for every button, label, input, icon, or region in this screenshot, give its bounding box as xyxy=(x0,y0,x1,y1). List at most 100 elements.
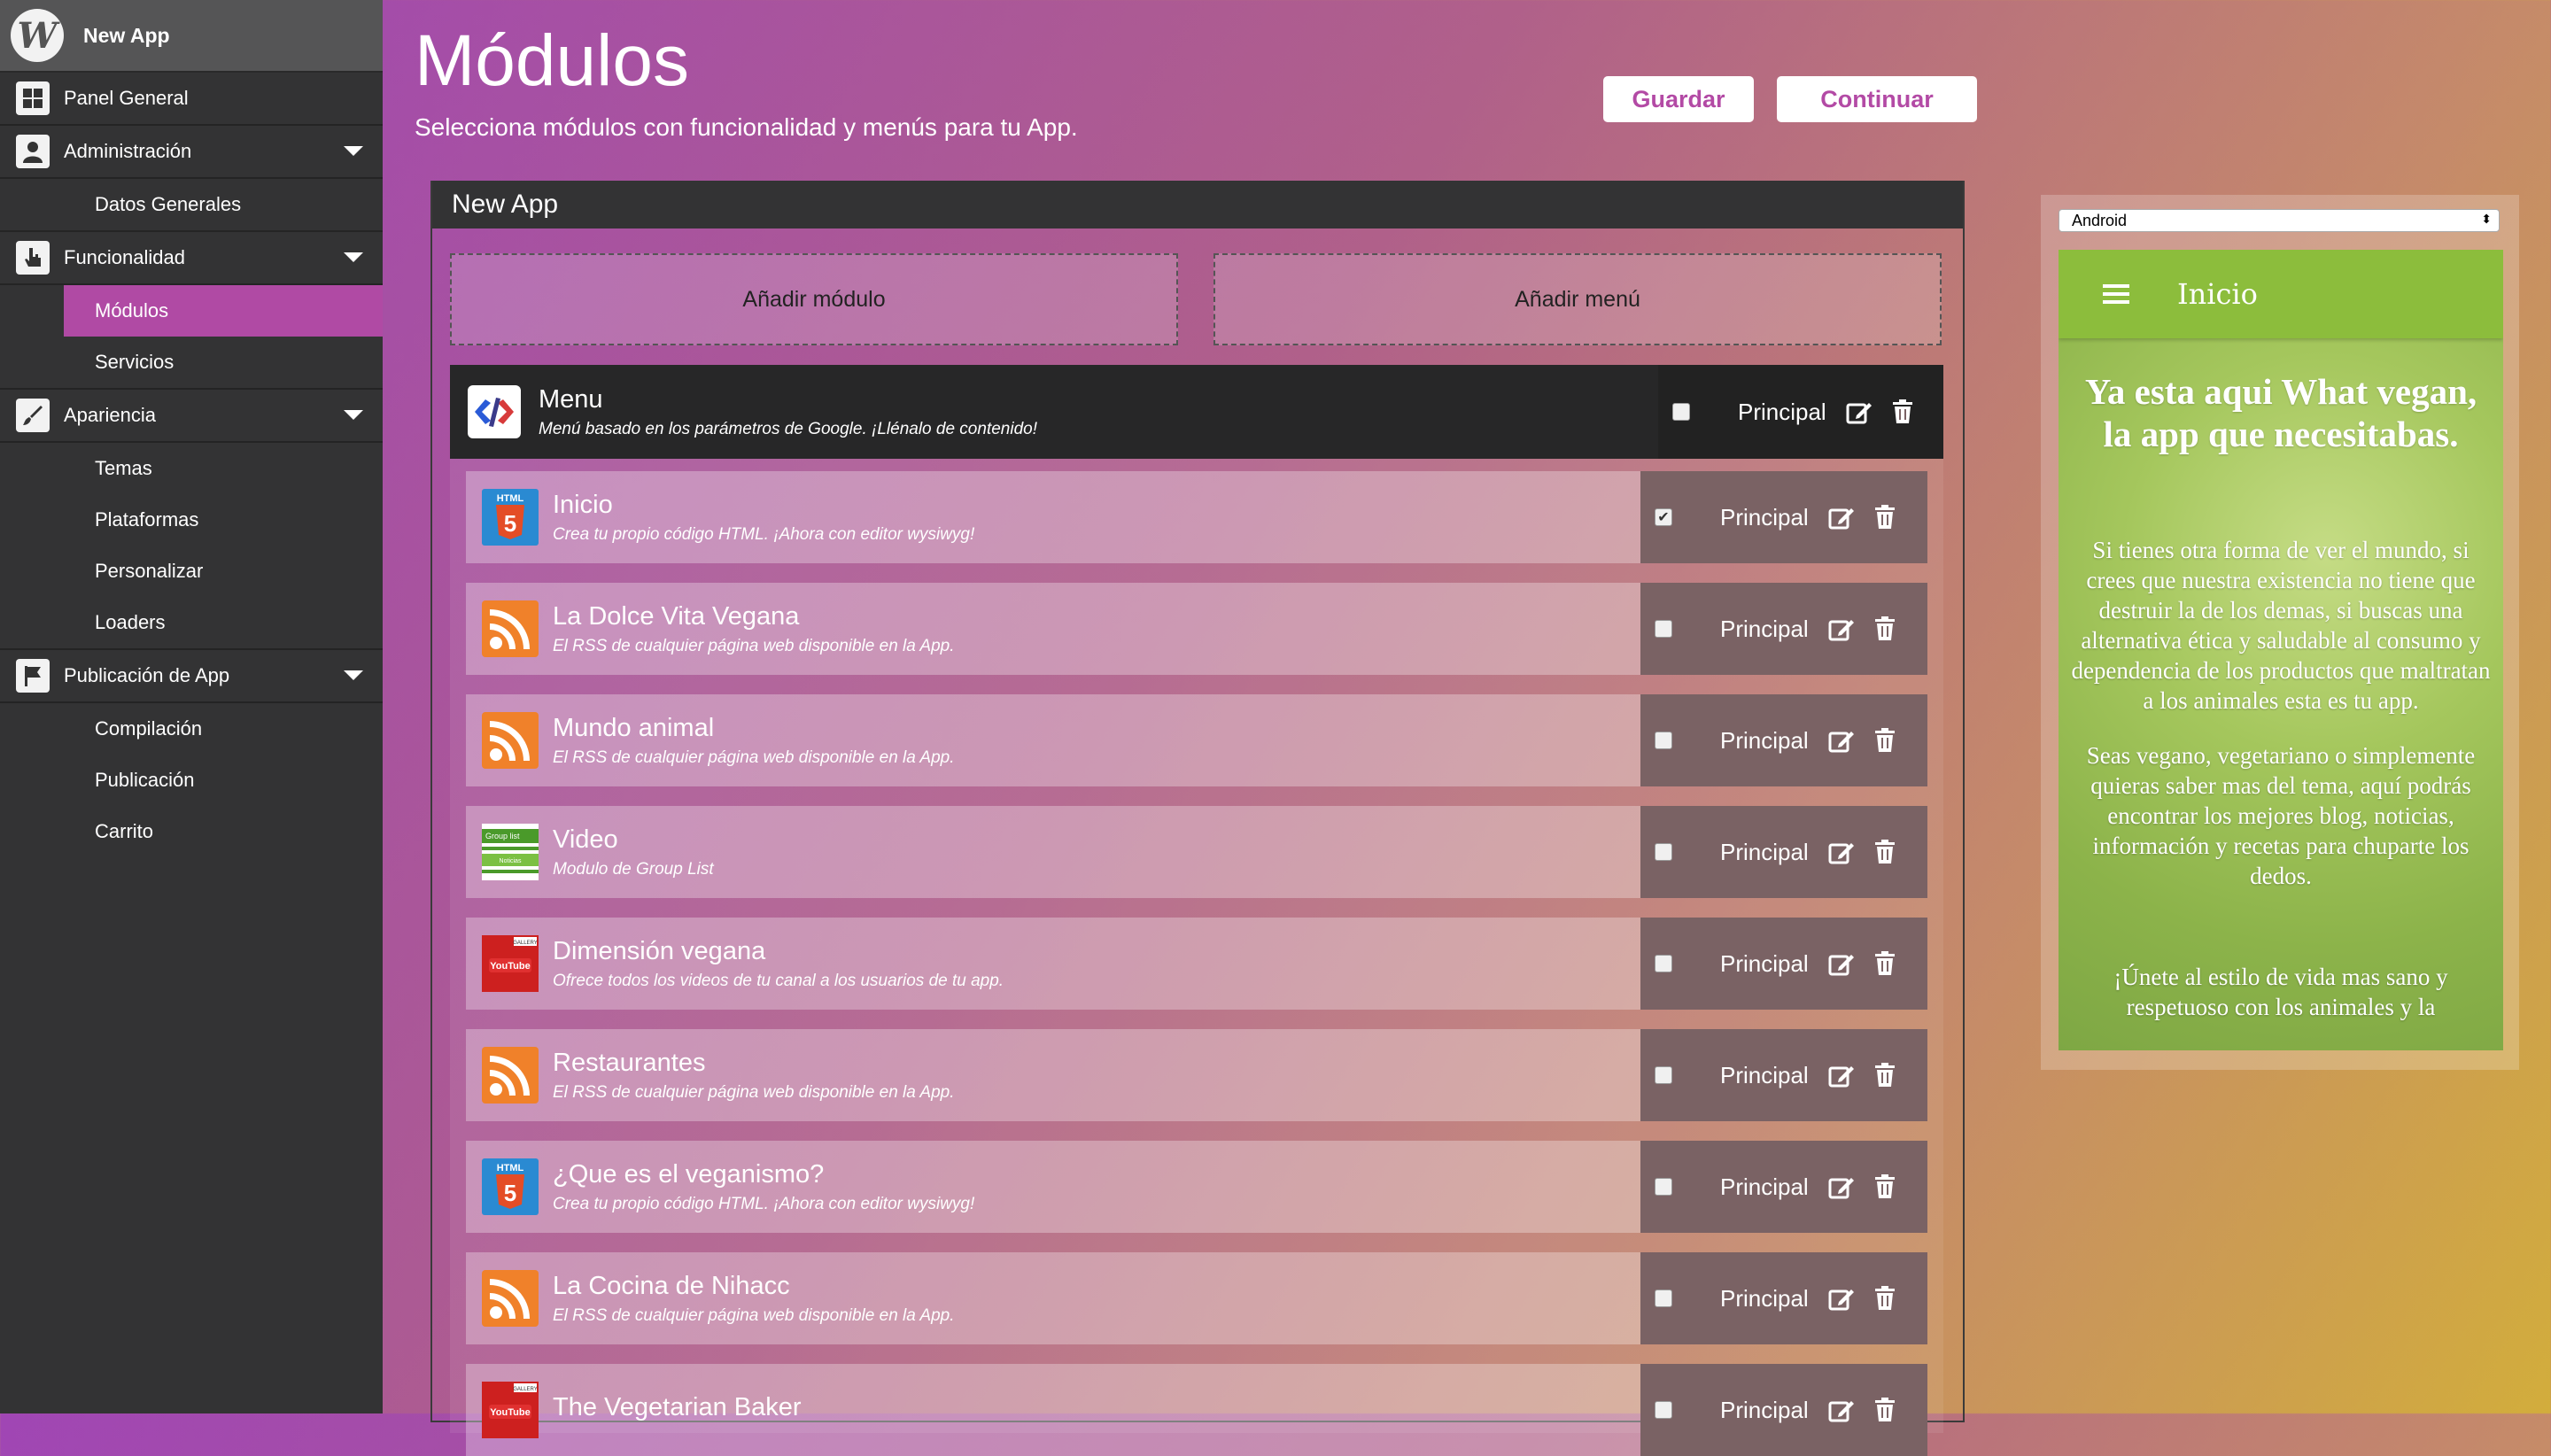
module-text: La Cocina de Nihacc El RSS de cualquier p… xyxy=(553,1272,955,1326)
chevron-down-icon[interactable] xyxy=(344,252,363,262)
sidebar-item-administracion[interactable]: Administración xyxy=(0,126,383,179)
edit-icon[interactable] xyxy=(1828,728,1855,753)
menu-row[interactable]: Menu Menú basado en los parámetros de Go… xyxy=(450,365,1943,459)
module-row[interactable]: GALLERY YouTube The Vegetarian Baker Princi… xyxy=(466,1364,1927,1456)
phone-preview[interactable]: Inicio Ya esta aqui What vegan, la app q… xyxy=(2059,250,2503,1050)
chevron-down-icon[interactable] xyxy=(344,146,363,156)
principal-checkbox[interactable] xyxy=(1655,955,1672,972)
module-row[interactable]: La Cocina de Nihacc El RSS de cualquier p… xyxy=(466,1252,1927,1344)
edit-icon[interactable] xyxy=(1828,1286,1855,1311)
trash-icon[interactable] xyxy=(1874,728,1896,753)
module-row[interactable]: HTML 5 ¿Que es el veganismo? Crea tu propio… xyxy=(466,1141,1927,1233)
module-row[interactable]: La Dolce Vita Vegana El RSS de cualquier … xyxy=(466,583,1927,675)
html-version: 5 xyxy=(504,1180,516,1206)
sidebar-subitem-carrito[interactable]: Carrito xyxy=(0,806,383,857)
edit-icon[interactable] xyxy=(1828,1174,1855,1199)
principal-checkbox[interactable]: ✔ xyxy=(1655,508,1672,526)
add-module-button[interactable]: Añadir módulo xyxy=(450,253,1178,345)
edit-icon[interactable] xyxy=(1846,399,1873,424)
sidebar-subitem-servicios[interactable]: Servicios xyxy=(0,337,383,390)
sidebar-subitem-modulos[interactable]: Módulos xyxy=(64,285,383,337)
principal-checkbox[interactable] xyxy=(1655,1066,1672,1084)
sidebar-item-panel-general[interactable]: Panel General xyxy=(0,73,383,126)
principal-checkbox[interactable] xyxy=(1655,1178,1672,1196)
youtube-icon: GALLERY YouTube xyxy=(482,1382,539,1438)
platform-select[interactable]: Android ⬍ xyxy=(2059,209,2500,232)
sidebar-subitem-datos-generales[interactable]: Datos Generales xyxy=(0,179,383,232)
module-text: La Dolce Vita Vegana El RSS de cualquier … xyxy=(553,602,955,656)
brush-icon xyxy=(16,399,50,432)
app-panel: New App Añadir módulo Añadir menú Menu M… xyxy=(430,181,1965,1456)
module-title: Video xyxy=(553,825,618,854)
save-button[interactable]: Guardar xyxy=(1603,76,1754,122)
hamburger-menu-icon[interactable] xyxy=(2103,280,2129,308)
principal-checkbox[interactable] xyxy=(1655,1401,1672,1419)
module-title: ¿Que es el veganismo? xyxy=(553,1159,825,1189)
sidebar-subitem-publicacion[interactable]: Publicación xyxy=(0,755,383,806)
page-subtitle: Selecciona módulos con funcionalidad y m… xyxy=(415,113,1078,141)
html5-icon: HTML 5 xyxy=(482,489,539,546)
sidebar-subitem-personalizar[interactable]: Personalizar xyxy=(0,546,383,597)
rss-icon xyxy=(482,712,539,769)
module-description: El RSS de cualquier página web disponibl… xyxy=(553,1305,955,1325)
module-row[interactable]: Mundo animal El RSS de cualquier página w… xyxy=(466,694,1927,786)
edit-icon[interactable] xyxy=(1828,951,1855,976)
youtube-icon: GALLERY YouTube xyxy=(482,935,539,992)
sidebar-item-funcionalidad[interactable]: Funcionalidad xyxy=(0,232,383,285)
principal-label: Principal xyxy=(1720,615,1809,642)
module-title: La Dolce Vita Vegana xyxy=(553,601,800,631)
principal-checkbox[interactable] xyxy=(1655,732,1672,749)
trash-icon[interactable] xyxy=(1874,616,1896,641)
add-menu-button[interactable]: Añadir menú xyxy=(1213,253,1942,345)
module-row[interactable]: Group list Noticias Video Modulo de Group L… xyxy=(466,806,1927,898)
sidebar-subitem-plataformas[interactable]: Plataformas xyxy=(0,494,383,546)
hand-pointer-icon xyxy=(16,241,50,275)
trash-icon[interactable] xyxy=(1874,840,1896,864)
continue-button[interactable]: Continuar xyxy=(1777,76,1977,122)
module-title: Restaurantes xyxy=(553,1048,706,1077)
module-row[interactable]: Restaurantes El RSS de cualquier página w… xyxy=(466,1029,1927,1121)
principal-label: Principal xyxy=(1720,838,1809,865)
trash-icon[interactable] xyxy=(1874,1174,1896,1199)
module-row[interactable]: HTML 5 Inicio Crea tu propio código HTML. ¡… xyxy=(466,471,1927,563)
sidebar-subitem-loaders[interactable]: Loaders xyxy=(0,597,383,650)
trash-icon[interactable] xyxy=(1874,1286,1896,1311)
principal-checkbox[interactable] xyxy=(1655,1289,1672,1307)
chevron-down-icon[interactable] xyxy=(344,670,363,680)
sidebar-item-apariencia[interactable]: Apariencia xyxy=(0,390,383,443)
module-row[interactable]: GALLERY YouTube Dimensión vegana Ofrece tod… xyxy=(466,918,1927,1010)
trash-icon[interactable] xyxy=(1874,505,1896,530)
edit-icon[interactable] xyxy=(1828,1063,1855,1088)
phone-paragraph: Seas vegano, vegetariano o simplemente q… xyxy=(2086,742,2476,889)
module-text: Mundo animal El RSS de cualquier página w… xyxy=(553,714,955,768)
preview-panel: Android ⬍ Inicio Ya esta aqui What vegan… xyxy=(2041,195,2519,1070)
user-icon xyxy=(16,135,50,168)
trash-icon[interactable] xyxy=(1892,399,1913,424)
platform-select-value: Android xyxy=(2072,211,2128,229)
principal-checkbox[interactable] xyxy=(1655,843,1672,861)
phone-heading: Ya esta aqui What vegan, la app que nece… xyxy=(2084,371,2477,454)
html-label: HTML xyxy=(497,493,524,504)
logo-letter: W xyxy=(17,14,58,57)
sidebar-item-publicacion-app[interactable]: Publicación de App xyxy=(0,650,383,703)
module-actions: Principal xyxy=(1640,1141,1927,1233)
edit-icon[interactable] xyxy=(1828,505,1855,530)
principal-checkbox[interactable] xyxy=(1655,620,1672,638)
module-text: ¿Que es el veganismo? Crea tu propio códi… xyxy=(553,1160,974,1214)
sidebar: W New App Panel General Administración D… xyxy=(0,0,383,1413)
sidebar-subitem-temas[interactable]: Temas xyxy=(0,443,383,494)
gallery-tag: GALLERY xyxy=(513,941,538,946)
menu-principal-checkbox[interactable] xyxy=(1672,403,1690,421)
edit-icon[interactable] xyxy=(1828,1398,1855,1422)
trash-icon[interactable] xyxy=(1874,951,1896,976)
edit-icon[interactable] xyxy=(1828,840,1855,864)
module-text: Dimensión vegana Ofrece todos los videos … xyxy=(553,937,1004,991)
sidebar-header[interactable]: W New App xyxy=(0,0,383,73)
edit-icon[interactable] xyxy=(1828,616,1855,641)
chevron-down-icon[interactable] xyxy=(344,410,363,420)
trash-icon[interactable] xyxy=(1874,1398,1896,1422)
sidebar-subitem-compilacion[interactable]: Compilación xyxy=(0,703,383,755)
principal-label: Principal xyxy=(1720,1173,1809,1200)
trash-icon[interactable] xyxy=(1874,1063,1896,1088)
principal-label: Principal xyxy=(1720,1396,1809,1423)
